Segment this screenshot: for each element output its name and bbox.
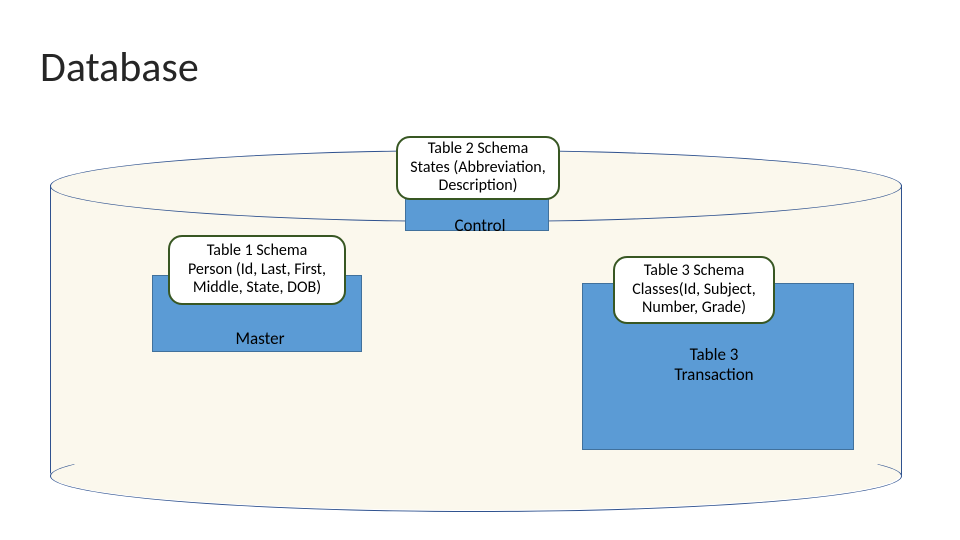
diagram-stage: Database Control Master Table 3 Transact…	[0, 0, 960, 540]
schema-line: Number, Grade)	[642, 299, 746, 317]
schema-line: Table 3 Schema	[644, 262, 745, 280]
schema-line: States (Abbreviation,	[410, 159, 545, 177]
master-label: Master	[200, 328, 320, 349]
transaction-label: Table 3 Transaction	[654, 345, 774, 384]
schema-line: Table 2 Schema	[428, 140, 529, 158]
transaction-label-line1: Table 3	[690, 344, 739, 365]
transaction-label-line2: Transaction	[674, 364, 753, 385]
schema-line: Table 1 Schema	[207, 242, 308, 260]
database-cylinder-bottom-arc	[50, 440, 902, 512]
table-3-schema-callout: Table 3 Schema Classes(Id, Subject, Numb…	[613, 256, 775, 324]
schema-line: Middle, State, DOB)	[193, 279, 321, 297]
table-1-schema-callout: Table 1 Schema Person (Id, Last, First, …	[168, 235, 346, 305]
table-2-schema-callout: Table 2 Schema States (Abbreviation, Des…	[396, 136, 560, 200]
page-title: Database	[40, 42, 199, 93]
schema-line: Person (Id, Last, First,	[188, 261, 326, 279]
schema-line: Description)	[438, 177, 517, 195]
schema-line: Classes(Id, Subject,	[632, 281, 756, 299]
control-label: Control	[420, 215, 540, 236]
